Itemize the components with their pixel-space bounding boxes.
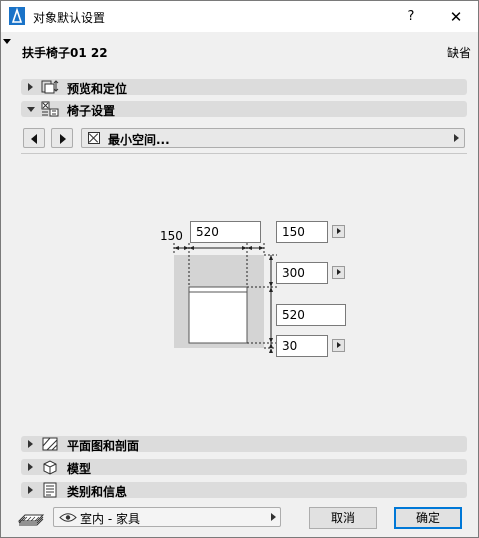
chevron-right-icon <box>271 513 276 521</box>
section-preview[interactable]: 预览和定位 <box>21 79 467 96</box>
previous-page-button[interactable] <box>23 128 45 148</box>
eye-icon <box>59 513 77 522</box>
model-cube-icon <box>43 460 57 475</box>
divider <box>21 153 467 154</box>
section-label: 模型 <box>67 462 92 476</box>
current-page-label: 最小空间... <box>108 133 170 147</box>
cancel-button[interactable]: 取消 <box>309 507 377 529</box>
front-depth-arrow-button[interactable] <box>332 266 345 279</box>
help-button[interactable]: ? <box>399 6 423 28</box>
collapse-marker-icon[interactable] <box>3 39 11 44</box>
clearance-area <box>174 255 264 348</box>
section-model[interactable]: 模型 <box>21 459 467 476</box>
chevron-right-icon <box>454 134 459 142</box>
archicad-app-icon <box>9 7 25 25</box>
width-field[interactable]: 520 <box>190 221 261 243</box>
layer-icon <box>17 514 45 526</box>
ok-button[interactable]: 确定 <box>394 507 462 529</box>
right-margin-arrow-button[interactable] <box>332 225 345 238</box>
title-bar: 对象默认设置 ? ✕ <box>1 1 478 32</box>
arrow-right-icon <box>60 134 66 144</box>
collapse-arrow-icon <box>27 107 35 112</box>
page-navigator: 最小空间... <box>21 126 467 150</box>
seat-depth-field[interactable]: 520 <box>276 304 346 326</box>
expand-arrow-icon <box>28 463 33 471</box>
back-depth-arrow-button[interactable] <box>332 339 345 352</box>
dialog-window: 对象默认设置 ? ✕ 扶手椅子01 22 缺省 预览和定位 椅子设置 最小空间.… <box>0 0 479 538</box>
dialog-footer: 室内 - 家具 取消 确定 <box>1 501 478 538</box>
page-select-dropdown[interactable]: 最小空间... <box>81 128 465 148</box>
arrow-left-icon <box>31 134 37 144</box>
section-label: 预览和定位 <box>67 82 128 96</box>
chair-settings-icon <box>41 101 59 117</box>
layer-dropdown[interactable]: 室内 - 家具 <box>53 507 281 527</box>
classification-info-icon <box>43 482 57 498</box>
layer-label: 室内 - 家具 <box>80 512 140 526</box>
default-label: 缺省 <box>447 46 472 60</box>
right-margin-field[interactable]: 150 <box>276 221 328 243</box>
section-chair-settings[interactable]: 椅子设置 <box>21 101 467 118</box>
close-button[interactable]: ✕ <box>441 6 471 28</box>
next-page-button[interactable] <box>51 128 73 148</box>
front-depth-field[interactable]: 300 <box>276 262 328 284</box>
back-depth-field[interactable]: 30 <box>276 335 328 357</box>
object-name: 扶手椅子01 22 <box>22 46 108 60</box>
section-label: 平面图和剖面 <box>67 439 140 453</box>
window-title: 对象默认设置 <box>33 11 106 25</box>
expand-arrow-icon <box>28 440 33 448</box>
section-label: 椅子设置 <box>67 104 116 118</box>
section-floor-plan[interactable]: 平面图和剖面 <box>21 436 467 453</box>
preview-position-icon <box>41 80 59 94</box>
chair-seat-shape <box>188 286 248 344</box>
section-label: 类别和信息 <box>67 485 128 499</box>
expand-arrow-icon <box>28 486 33 494</box>
left-margin-label: 150 <box>160 229 183 243</box>
expand-arrow-icon <box>28 83 33 91</box>
page-thumbnail-icon <box>88 132 100 144</box>
floor-plan-section-icon <box>42 437 58 451</box>
section-classification[interactable]: 类别和信息 <box>21 482 467 499</box>
